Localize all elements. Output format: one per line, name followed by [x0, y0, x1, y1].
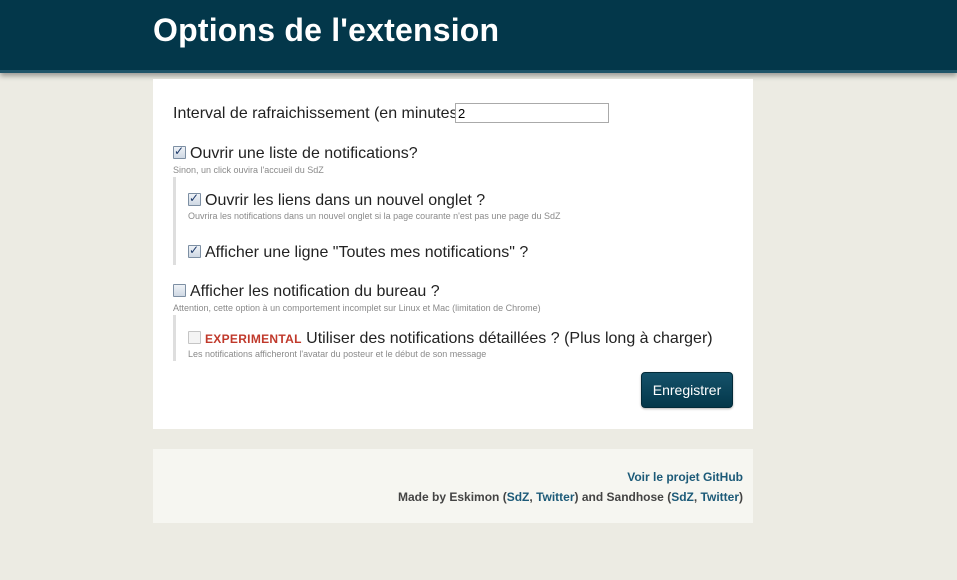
sandhose-twitter-link[interactable]: Twitter: [701, 490, 739, 504]
option-hint: Ouvrira les notifications dans un nouvel…: [188, 211, 561, 221]
footer-credits: Made by Eskimon (SdZ, Twitter) and Sandh…: [398, 490, 743, 504]
option-label: Afficher une ligne "Toutes mes notificat…: [205, 244, 529, 261]
credits-text: ) and Sandhose (: [574, 490, 672, 504]
credits-text: ): [739, 490, 743, 504]
indent-bar: [173, 177, 176, 265]
sandhose-sdz-link[interactable]: SdZ: [671, 490, 694, 504]
interval-input[interactable]: [455, 103, 609, 123]
interval-row: Interval de rafraichissement (en minutes…: [173, 103, 609, 123]
all-notifications-checkbox[interactable]: [188, 243, 201, 258]
option-label: Ouvrir les liens dans un nouvel onglet ?: [205, 192, 486, 209]
option-label: Utiliser des notifications détaillées ? …: [306, 330, 713, 347]
option-notification-list[interactable]: Ouvrir une liste de notifications?: [173, 144, 418, 163]
page-header: Options de l'extension: [0, 0, 957, 73]
eskimon-twitter-link[interactable]: Twitter: [536, 490, 574, 504]
experimental-badge: EXPERIMENTAL: [205, 332, 302, 346]
option-desktop-notification[interactable]: Afficher les notification du bureau ?: [173, 283, 440, 301]
option-label: Afficher les notification du bureau ?: [190, 283, 440, 300]
footer: Voir le projet GitHub Made by Eskimon (S…: [153, 449, 753, 523]
desktop-notification-checkbox[interactable]: [173, 284, 186, 297]
page-title: Options de l'extension: [153, 12, 500, 48]
option-label: Ouvrir une liste de notifications?: [190, 145, 418, 162]
footer-github-line: Voir le projet GitHub: [627, 470, 743, 484]
option-detailed-notifications: EXPERIMENTAL Utiliser des notifications …: [188, 330, 713, 348]
save-button[interactable]: Enregistrer: [641, 372, 733, 408]
indent-bar: [173, 315, 176, 361]
eskimon-sdz-link[interactable]: SdZ: [507, 490, 530, 504]
github-project-link[interactable]: Voir le projet GitHub: [627, 470, 743, 484]
option-hint: Attention, cette option à un comportemen…: [173, 303, 541, 313]
interval-label: Interval de rafraichissement (en minutes…: [173, 105, 463, 122]
option-new-tab[interactable]: Ouvrir les liens dans un nouvel onglet ?: [188, 191, 486, 210]
option-hint: Les notifications afficheront l'avatar d…: [188, 349, 487, 359]
separator: ,: [693, 490, 701, 504]
option-hint: Sinon, un click ouvira l'accueil du SdZ: [173, 165, 324, 175]
options-panel: Interval de rafraichissement (en minutes…: [153, 79, 753, 429]
notification-list-checkbox[interactable]: [173, 144, 186, 159]
credits-text: Made by Eskimon (: [398, 490, 507, 504]
option-all-notifications-line[interactable]: Afficher une ligne "Toutes mes notificat…: [188, 243, 529, 262]
new-tab-checkbox[interactable]: [188, 191, 201, 206]
detailed-notifications-checkbox[interactable]: [188, 331, 201, 344]
